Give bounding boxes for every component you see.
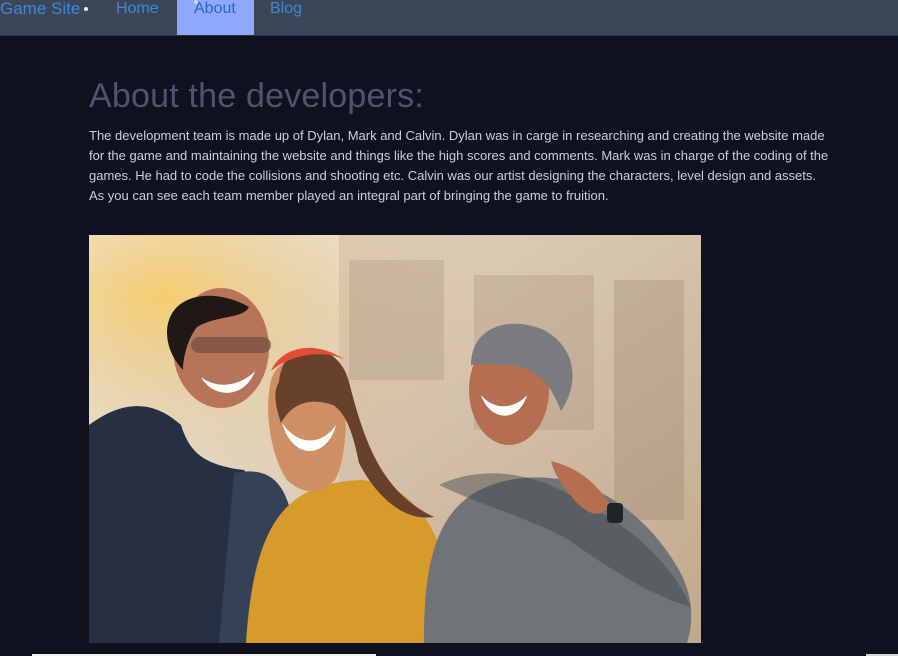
nav-about-label: About [194,0,236,17]
nav-about-link-active[interactable]: About [177,0,254,35]
brand-dot-icon [84,7,88,11]
developers-photo [89,235,701,643]
brand-link[interactable]: Game Site [0,0,80,35]
developers-photo-illustration [89,235,701,643]
nav-blog-link[interactable]: Blog [270,0,302,35]
developer-intro: The development team is made up of Dylan… [89,128,829,203]
about-content: About the developers: The development te… [89,78,839,206]
top-navbar: Game Site Home About Blog [0,0,898,36]
page-title: About the developers: [89,77,424,115]
nav-home-link[interactable]: Home [116,0,159,35]
active-tab-dot-icon [194,0,198,4]
